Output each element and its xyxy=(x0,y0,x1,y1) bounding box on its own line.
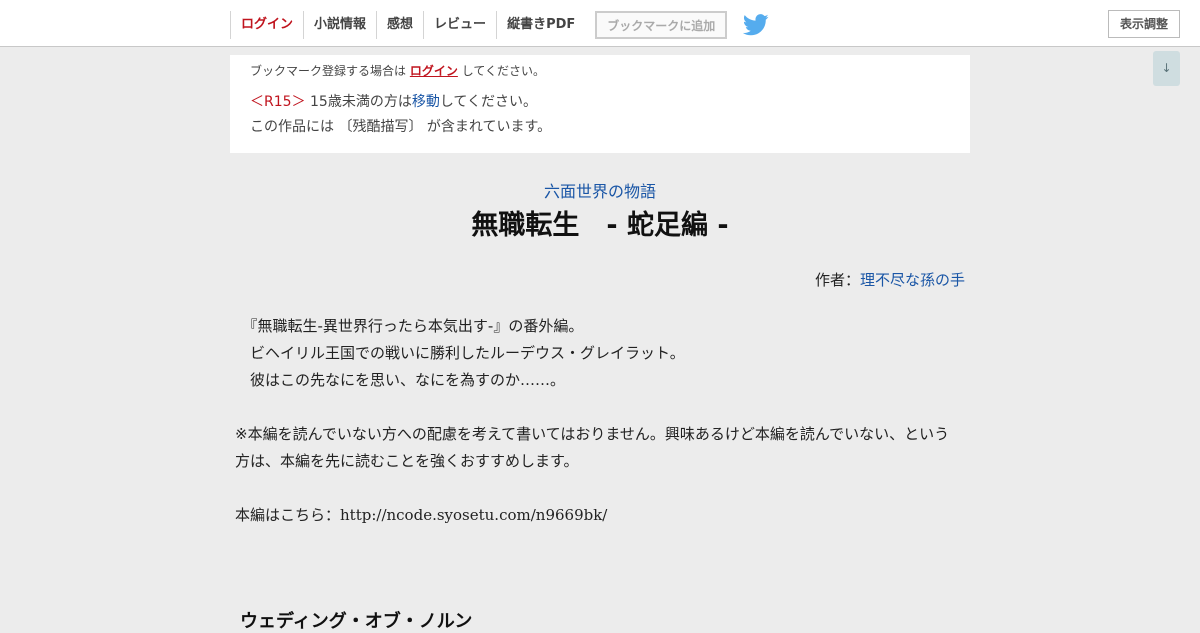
note-line: ※本編を読んでいない方への配慮を考えて書いてはおりません。興味あるけど本編を読ん… xyxy=(235,425,950,443)
age-notice: ＜R15＞ 15歳未満の方は移動してください。 xyxy=(250,93,950,111)
age-notice-suffix: してください。 xyxy=(439,94,537,110)
nav-review[interactable]: レビュー xyxy=(423,11,496,39)
age-move-link[interactable]: 移動 xyxy=(412,94,440,110)
nav-login[interactable]: ログイン xyxy=(230,11,303,39)
nav-vertical-pdf[interactable]: 縦書きPDF xyxy=(496,11,585,39)
add-bookmark-button[interactable]: ブックマークに追加 xyxy=(595,11,728,39)
novel-title: 無職転生 - 蛇足編 - xyxy=(471,210,729,241)
top-bar: ログイン 小説情報 感想 レビュー 縦書きPDF ブックマークに追加 表示調整 xyxy=(0,0,1200,47)
notice-box: ブックマーク登録する場合は ログイン してください。 ＜R15＞ 15歳未満の方… xyxy=(230,55,970,153)
nav-novel-info[interactable]: 小説情報 xyxy=(303,11,376,39)
r15-tag: ＜R15＞ xyxy=(250,94,306,110)
main-story-url: http://ncode.syosetu.com/n9669bk/ xyxy=(340,506,608,524)
synopsis: 『無職転生-異世界行ったら本気出す-』の番外編。 ビヘイリル王国での戦いに勝利し… xyxy=(235,313,965,529)
note-line: 方は、本編を先に読むことを強くおすすめします。 xyxy=(235,452,579,470)
notice-login-link[interactable]: ログイン xyxy=(410,64,458,78)
scroll-down-button[interactable]: ↓ xyxy=(1153,51,1180,86)
author-label: 作者： xyxy=(814,271,860,289)
bookmark-notice-suffix: してください。 xyxy=(461,64,545,78)
twitter-icon[interactable] xyxy=(743,13,769,37)
bookmark-notice: ブックマーク登録する場合は ログイン してください。 xyxy=(250,63,950,79)
bookmark-notice-prefix: ブックマーク登録する場合は xyxy=(250,64,407,78)
synopsis-line: 彼はこの先なにを思い、なにを為すのか……。 xyxy=(235,371,566,389)
age-notice-prefix: 15歳未満の方は xyxy=(310,94,412,110)
synopsis-line: ビヘイリル王国での戦いに勝利したルーデウス・グレイラット。 xyxy=(235,344,685,362)
author-link[interactable]: 理不尽な孫の手 xyxy=(860,271,965,289)
series-link[interactable]: 六面世界の物語 xyxy=(230,178,970,202)
nav-menu: ログイン 小説情報 感想 レビュー 縦書きPDF ブックマークに追加 xyxy=(230,11,769,39)
chapter-title[interactable]: ウェディング・オブ・ノルン xyxy=(240,607,472,633)
synopsis-line: 『無職転生-異世界行ったら本気出す-』の番外編。 xyxy=(235,317,584,335)
author-line: 作者：理不尽な孫の手 xyxy=(230,269,965,290)
content-warning: この作品には 〔残酷描写〕 が含まれています。 xyxy=(250,119,552,135)
nav-impressions[interactable]: 感想 xyxy=(376,11,423,39)
display-settings-button[interactable]: 表示調整 xyxy=(1107,10,1180,38)
main-story-link-prefix: 本編はこちら： xyxy=(235,506,341,524)
main-story-link-line: 本編はこちら：http://ncode.syosetu.com/n9669bk/ xyxy=(235,502,965,529)
